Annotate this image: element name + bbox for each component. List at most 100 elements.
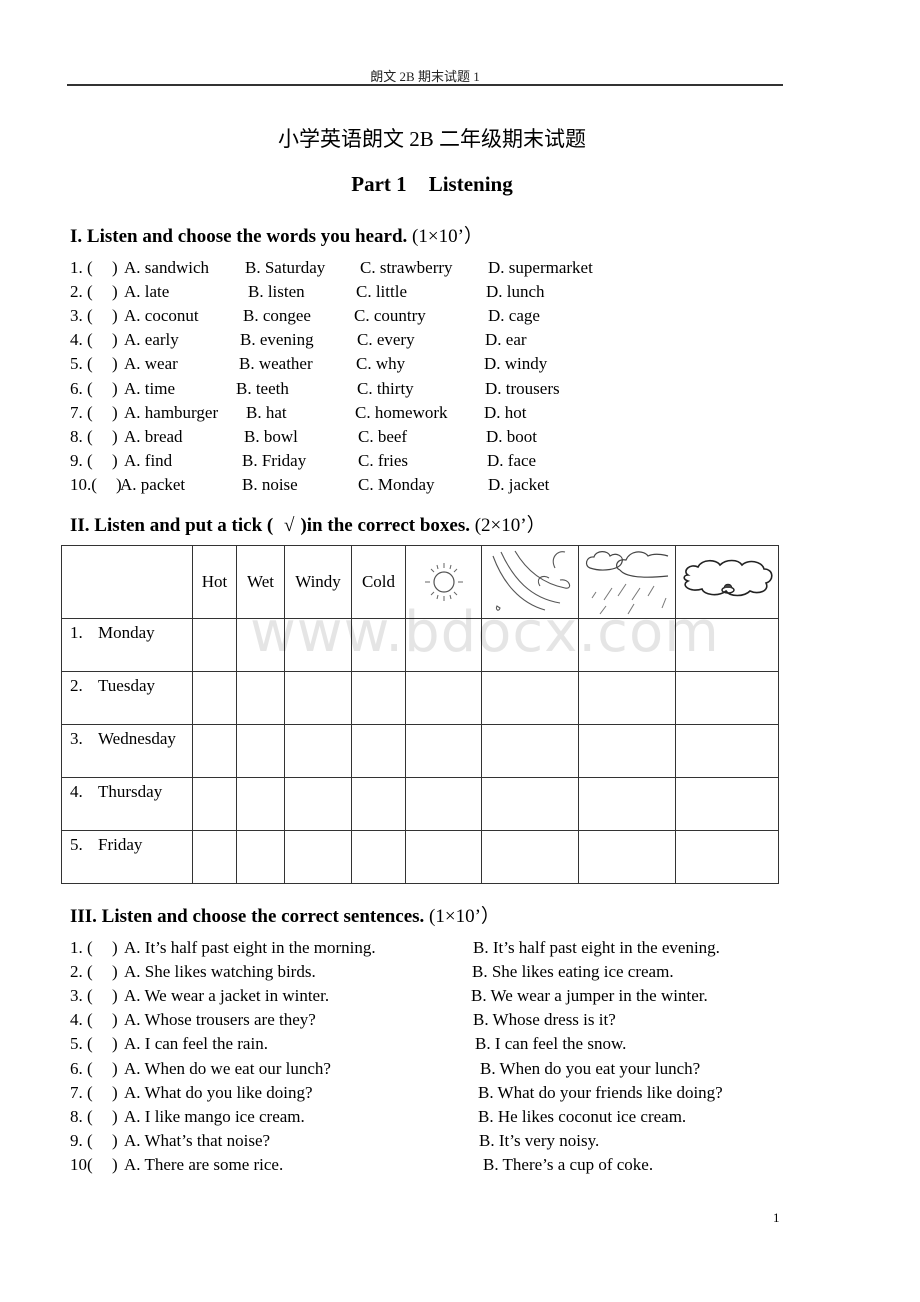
tick-box[interactable]	[284, 671, 352, 725]
option-a: A. packet	[120, 474, 186, 494]
answer-blank-close: )	[112, 1082, 118, 1102]
tick-box[interactable]	[675, 777, 779, 831]
tick-box[interactable]	[578, 618, 676, 672]
day-cell-tuesday: 2. Tuesday	[61, 671, 193, 725]
answer-blank-close: )	[112, 354, 118, 374]
question-number: 5. (	[70, 1034, 93, 1054]
header-cold: Cold	[351, 545, 406, 619]
tick-box[interactable]	[192, 618, 237, 672]
question-number: 10(	[70, 1154, 93, 1174]
answer-blank-close: )	[112, 962, 118, 982]
question-number: 2. (	[70, 962, 93, 982]
tick-box[interactable]	[236, 618, 285, 672]
option-c: C. beef	[358, 426, 408, 446]
question-number: 5. (	[70, 354, 93, 374]
tick-box[interactable]	[578, 830, 676, 884]
tick-box[interactable]	[481, 671, 579, 725]
tick-box[interactable]	[578, 777, 676, 831]
tick-box[interactable]	[351, 671, 406, 725]
tick-box[interactable]	[236, 724, 285, 778]
tick-box[interactable]	[405, 671, 482, 725]
section1-heading: I. Listen and choose the words you heard…	[70, 221, 483, 248]
section3-heading-text: III. Listen and choose the correct sente…	[70, 906, 425, 927]
option-c: C. homework	[355, 402, 448, 422]
section2-heading-text: II. Listen and put a tick (	[70, 515, 274, 536]
option-a: A. wear	[124, 354, 178, 374]
tick-box[interactable]	[405, 830, 482, 884]
option-d: D. windy	[484, 354, 548, 374]
option-b: B. listen	[248, 282, 305, 302]
tick-box[interactable]	[481, 830, 579, 884]
option-d: D. face	[487, 450, 537, 470]
answer-blank-close: )	[112, 986, 118, 1006]
tick-box[interactable]	[236, 830, 285, 884]
corner-cell	[61, 545, 193, 619]
table-row: 1. Monday	[61, 618, 779, 672]
tick-box[interactable]	[675, 724, 779, 778]
tick-box[interactable]	[284, 777, 352, 831]
tick-box[interactable]	[578, 671, 676, 725]
header-sun-picture	[405, 545, 482, 619]
tick-box[interactable]	[405, 777, 482, 831]
option-b: B. We wear a jumper in the winter.	[471, 986, 708, 1006]
tick-box[interactable]	[675, 618, 779, 672]
day-cell-friday: 5. Friday	[61, 830, 193, 884]
tick-box[interactable]	[236, 777, 285, 831]
option-d: D. lunch	[486, 282, 545, 302]
option-a: A. sandwich	[124, 258, 209, 277]
tick-box[interactable]	[351, 777, 406, 831]
wind-icon	[492, 550, 571, 611]
tick-box[interactable]	[192, 671, 237, 725]
tick-box[interactable]	[284, 618, 352, 672]
option-d: D. jacket	[488, 474, 550, 494]
question-number: 6. (	[70, 378, 93, 398]
option-a: A. coconut	[124, 306, 199, 326]
option-b: B. hat	[246, 402, 287, 422]
option-a: A. I like mango ice cream.	[124, 1106, 305, 1126]
option-c: C. country	[354, 306, 426, 326]
section3-heading: III. Listen and choose the correct sente…	[70, 901, 500, 928]
option-a: A. I can feel the rain.	[124, 1034, 268, 1054]
option-a: A. find	[124, 450, 173, 470]
question-number: 2. (	[70, 282, 93, 302]
part-heading: Part 1 Listening	[0, 172, 864, 197]
answer-blank-close: )	[112, 378, 118, 398]
tick-box[interactable]	[675, 671, 779, 725]
question-number: 10.(	[70, 474, 97, 494]
question-number: 1. (	[70, 938, 93, 957]
option-c: C. little	[356, 282, 407, 302]
rain-cloud-icon	[585, 551, 669, 615]
tick-box[interactable]	[236, 671, 285, 725]
tick-box[interactable]	[351, 830, 406, 884]
answer-blank-close: )	[112, 450, 118, 470]
header-hot: Hot	[192, 545, 237, 619]
tick-box[interactable]	[284, 830, 352, 884]
option-a: A. hamburger	[124, 402, 219, 422]
day-cell-thursday: 4. Thursday	[61, 777, 193, 831]
tick-box[interactable]	[192, 777, 237, 831]
question-number: 3. (	[70, 306, 93, 326]
tick-box[interactable]	[351, 618, 406, 672]
tick-box[interactable]	[481, 618, 579, 672]
sun-icon	[424, 563, 463, 601]
option-a: A. Whose trousers are they?	[124, 1010, 316, 1030]
tick-box[interactable]	[351, 724, 406, 778]
option-a: A. What do you like doing?	[124, 1082, 313, 1102]
option-b: B. She likes eating ice cream.	[472, 962, 674, 982]
tick-box[interactable]	[481, 777, 579, 831]
option-b: B. When do you eat your lunch?	[480, 1058, 701, 1078]
tick-box[interactable]	[405, 618, 482, 672]
tick-box[interactable]	[192, 724, 237, 778]
tick-box[interactable]	[675, 830, 779, 884]
option-a: A. When do we eat our lunch?	[124, 1058, 331, 1078]
option-b: B. noise	[242, 474, 298, 494]
tick-box[interactable]	[481, 724, 579, 778]
tick-box[interactable]	[284, 724, 352, 778]
tick-box[interactable]	[405, 724, 482, 778]
tick-box[interactable]	[578, 724, 676, 778]
answer-blank-close: )	[112, 426, 118, 446]
tick-mark: √	[284, 515, 295, 536]
section2-heading: II. Listen and put a tick ( √)in the cor…	[70, 510, 546, 537]
table-row: 5. Friday	[61, 830, 779, 884]
tick-box[interactable]	[192, 830, 237, 884]
